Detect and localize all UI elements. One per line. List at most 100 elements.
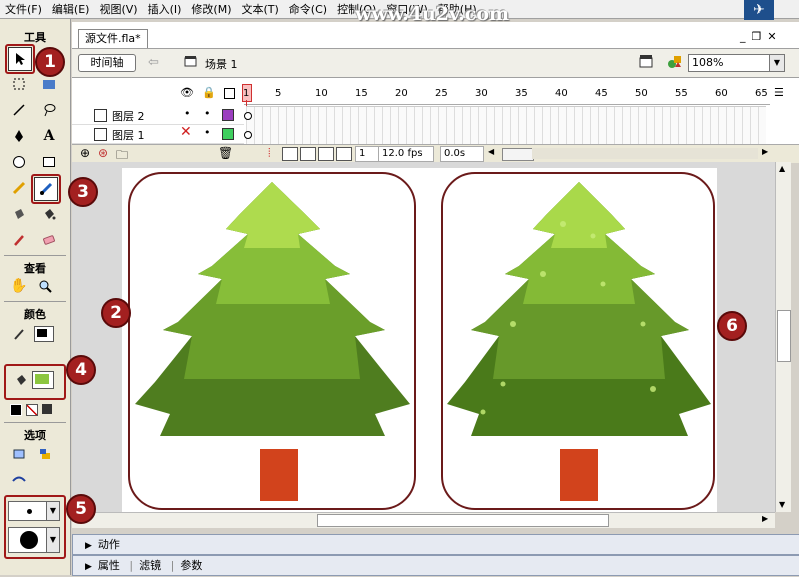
lock-dot[interactable]: • [204, 126, 211, 139]
center-frame-icon[interactable]: ⦙ [268, 146, 271, 161]
layer-name: 图层 2 [112, 110, 145, 123]
stage-horizontal-scrollbar[interactable]: ◀ ▶ [72, 512, 775, 528]
document-tab[interactable]: 源文件.fla* [78, 29, 148, 48]
layer-row[interactable]: 图层 2 • • [72, 106, 244, 125]
no-color-icon[interactable] [26, 404, 38, 416]
properties-panel-header[interactable]: ▶ 属性 | 滤镜 | 参数 [72, 555, 799, 576]
minimize-icon[interactable]: _ [740, 30, 746, 44]
layer-page-icon [94, 109, 107, 122]
timeline-hscroll-track[interactable] [532, 148, 758, 159]
lock-dot[interactable]: • [204, 107, 211, 120]
timeline-hscroll-thumb[interactable] [502, 148, 534, 161]
line-tool-icon[interactable] [8, 99, 30, 121]
hscroll-thumb[interactable] [317, 514, 609, 527]
visibility-dot[interactable]: • [184, 107, 191, 120]
zoom-dropdown-arrow-icon[interactable]: ▼ [769, 54, 785, 72]
window-controls: _ ❐ ✕ [740, 30, 795, 44]
frame-rate-field[interactable]: 12.0 fps [378, 146, 434, 162]
onion-markers-icon[interactable] [336, 147, 352, 161]
paint-bucket-icon[interactable] [38, 203, 60, 225]
oval-tool-icon[interactable] [8, 151, 30, 173]
layer-row[interactable]: 图层 1 ✕ • [72, 124, 244, 144]
edit-multiple-frames-icon[interactable] [318, 147, 334, 161]
timeline-hscroll-left-icon[interactable]: ◀ [488, 147, 494, 156]
smooth-curve-icon[interactable] [8, 469, 30, 491]
badge-1: 1 [35, 47, 65, 77]
delete-layer-icon[interactable]: 🗑 [218, 146, 233, 160]
brush-size-dot [26, 508, 32, 514]
add-guide-icon[interactable]: ⊛ [98, 146, 108, 160]
frame-grid[interactable] [246, 106, 766, 145]
layer-header-icons: 👁 🔒 [180, 86, 240, 100]
scroll-right-icon[interactable]: ▶ [762, 514, 768, 523]
restore-icon[interactable]: ❐ [752, 30, 762, 44]
tree-trunk [260, 449, 298, 501]
stroke-color-fill [37, 329, 47, 337]
rectangle-tool-icon[interactable] [38, 151, 60, 173]
swap-colors-icon[interactable] [42, 404, 52, 414]
timeline-toggle-button[interactable]: 时间轴 [78, 54, 136, 72]
lasso-tool-icon[interactable] [38, 99, 60, 121]
menu-view[interactable]: 视图(V) [94, 1, 142, 17]
lock-icon[interactable]: 🔒 [202, 86, 216, 100]
show-hide-eye-icon[interactable]: 👁 [180, 86, 194, 100]
expand-arrow-icon: ▶ [85, 541, 92, 551]
frame-number: 55 [675, 88, 688, 99]
timeline-menu-icon[interactable]: ☰ [774, 86, 784, 99]
keyframe-dot[interactable] [244, 112, 252, 120]
brush-size-arrow-icon[interactable]: ▼ [46, 501, 60, 521]
onion-skin-icon[interactable] [282, 147, 298, 161]
eraser-icon[interactable] [38, 229, 60, 251]
tab-parameters[interactable]: 参数 [180, 559, 202, 572]
vscroll-thumb[interactable] [777, 310, 791, 362]
timeline-hscroll-right-icon[interactable]: ▶ [762, 147, 768, 156]
scene-label[interactable]: 场景 1 [205, 56, 238, 72]
menu-modify[interactable]: 修改(M) [186, 1, 236, 17]
hidden-x-icon[interactable]: ✕ [180, 124, 192, 140]
fill-color-swatch[interactable] [32, 371, 54, 389]
menu-insert[interactable]: 插入(I) [143, 1, 187, 17]
tree-flat-illustration[interactable] [130, 174, 414, 508]
zoom-tool-icon[interactable] [34, 275, 56, 297]
brush-mode-icon[interactable] [34, 443, 56, 465]
lock-fill-icon[interactable] [8, 443, 30, 465]
actions-panel-header[interactable]: ▶ 动作 [72, 534, 799, 555]
ink-bottle-icon[interactable] [8, 203, 30, 225]
layer-color-swatch[interactable] [222, 109, 234, 121]
edit-symbols-icon[interactable] [666, 53, 684, 71]
onion-outline-icon[interactable] [300, 147, 316, 161]
back-arrow-icon[interactable]: ⇦ [148, 55, 159, 70]
frame-number: 50 [635, 88, 648, 99]
tab-filters[interactable]: 滤镜 [139, 559, 161, 572]
menu-text[interactable]: 文本(T) [236, 1, 283, 17]
layer-color-swatch[interactable] [222, 128, 234, 140]
pencil-tool-icon[interactable] [8, 177, 30, 199]
close-icon[interactable]: ✕ [767, 30, 776, 44]
brush-shape-arrow-icon[interactable]: ▼ [46, 527, 60, 553]
outline-icon[interactable] [223, 88, 235, 99]
scroll-down-icon[interactable]: ▼ [779, 500, 785, 509]
tree-textured-illustration[interactable] [443, 174, 713, 508]
stroke-color-swatch[interactable] [34, 326, 54, 342]
edit-scene-icon[interactable] [638, 53, 656, 71]
frame-number: 15 [355, 88, 368, 99]
selection-tool-highlight [5, 44, 35, 74]
keyframe-dot[interactable] [244, 131, 252, 139]
edit-bar: 时间轴 ⇦ 场景 1 108% ▼ [72, 49, 799, 78]
brush-shape-dropdown[interactable] [8, 527, 50, 553]
pen-tool-icon[interactable] [8, 125, 30, 147]
brush-size-dropdown[interactable] [8, 501, 50, 521]
default-colors-icon[interactable] [10, 404, 22, 416]
text-tool-icon[interactable]: A [38, 125, 60, 147]
add-layer-icon[interactable]: ⊕ [80, 146, 90, 160]
menu-file[interactable]: 文件(F) [0, 1, 47, 17]
stage-vertical-scrollbar[interactable]: ▲ ▼ [775, 162, 791, 512]
tab-properties[interactable]: 属性 [98, 559, 120, 572]
divider [4, 422, 66, 423]
free-transform-icon[interactable] [8, 73, 30, 95]
hand-tool-icon[interactable]: ✋ [8, 275, 30, 297]
scroll-up-icon[interactable]: ▲ [779, 164, 785, 173]
menu-edit[interactable]: 编辑(E) [47, 1, 95, 17]
eyedropper-icon[interactable] [8, 229, 30, 251]
menu-commands[interactable]: 命令(C) [284, 1, 332, 17]
